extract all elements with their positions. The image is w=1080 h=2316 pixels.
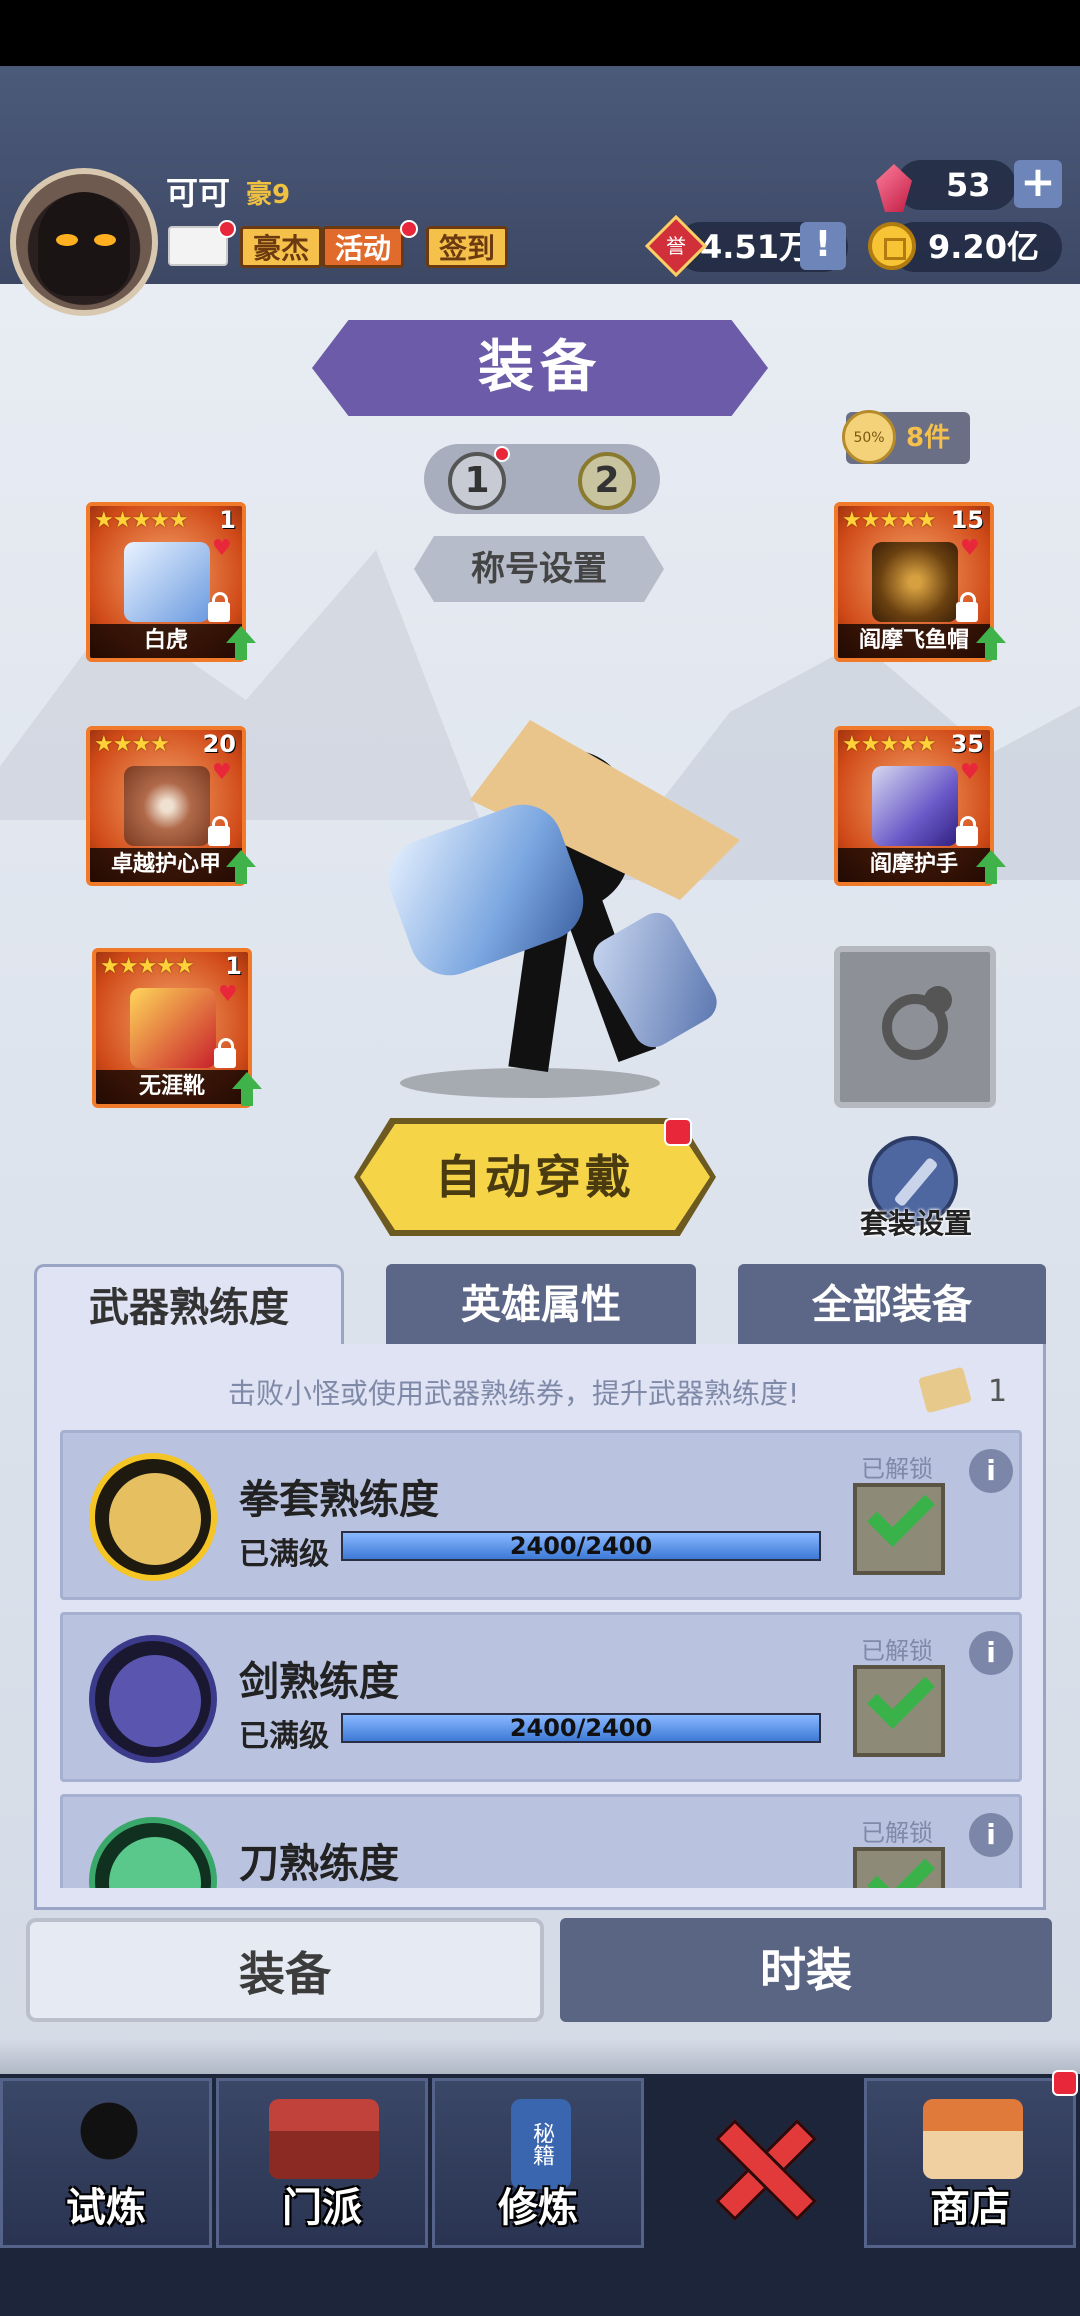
proficiency-list[interactable]: 拳套熟练度 已满级 2400/2400 已解锁 i 剑熟练度 已满级 2400/… <box>60 1430 1022 1888</box>
close-icon[interactable] <box>712 2112 812 2212</box>
player-avatar[interactable] <box>10 168 158 316</box>
shop-icon <box>923 2099 1023 2179</box>
notification-dot <box>400 220 418 238</box>
progress-bar: 2400/2400 <box>341 1531 821 1561</box>
signin-button[interactable]: 签到 <box>426 226 509 268</box>
equipment-name: 卓越护心甲 <box>90 848 242 882</box>
gloves-art <box>872 766 958 846</box>
notification-dot <box>494 446 510 462</box>
heart-icon: ♥ <box>960 536 980 561</box>
heart-icon: ♥ <box>960 760 980 785</box>
boots-art <box>130 988 216 1068</box>
auto-equip-button[interactable]: 自动穿戴 <box>360 1124 710 1230</box>
player-rank: 豪9 <box>246 180 291 210</box>
equipment-name: 阎摩护手 <box>838 848 990 882</box>
notification-dot <box>664 1118 692 1146</box>
honor-info-button[interactable]: ! <box>800 222 846 270</box>
ninja-icon <box>69 2099 149 2179</box>
lock-icon <box>956 592 978 622</box>
fist-icon <box>89 1453 217 1581</box>
system-nav-bar <box>0 2250 1080 2316</box>
proficiency-hint: 击败小怪或使用武器熟练券，提升武器熟练度! <box>228 1377 800 1410</box>
activity-button[interactable]: 活动 <box>322 226 405 268</box>
tab-equipment[interactable]: 装备 <box>26 1918 544 2022</box>
title-setting-button[interactable]: 称号设置 <box>414 536 664 602</box>
notification-dot <box>218 220 236 238</box>
scroll-count: 1 <box>988 1374 1008 1409</box>
status-bar <box>0 0 1080 66</box>
equipment-slot-hat[interactable]: ★★★★★ 15 ♥ 阎摩飞鱼帽 <box>834 502 994 662</box>
hero-tag-button[interactable]: 豪杰 <box>240 226 323 268</box>
info-icon[interactable]: i <box>969 1449 1013 1493</box>
heart-icon: ♥ <box>218 982 238 1007</box>
armor-art <box>124 766 210 846</box>
hat-art <box>872 542 958 622</box>
equipment-slot-armor[interactable]: ★★★★ 20 ♥ 卓越护心甲 <box>86 726 246 886</box>
list-item[interactable]: 刀熟练度 已解锁 i <box>60 1794 1022 1888</box>
player-name: 可可 <box>166 174 231 212</box>
heart-icon: ♥ <box>212 760 232 785</box>
equipment-name: 白虎 <box>90 624 242 658</box>
nav-shop[interactable]: 商店 <box>864 2078 1076 2248</box>
notification-dot <box>1052 2070 1078 2096</box>
nav-trial[interactable]: 试炼 <box>0 2078 212 2248</box>
gem-pill: 53 <box>896 160 1016 210</box>
lock-icon <box>208 592 230 622</box>
equipment-name: 阎摩飞鱼帽 <box>838 624 990 658</box>
lock-icon <box>956 816 978 846</box>
set-bonus-icon: 50% <box>842 410 896 464</box>
coin-count: 9.20亿 <box>928 228 1039 266</box>
equipment-slot-weapon[interactable]: ★★★★★ 1 ♥ 白虎 <box>86 502 246 662</box>
honor-count: 4.51万 <box>700 228 811 266</box>
tab-fashion[interactable]: 时装 <box>560 1918 1052 2022</box>
coin-icon <box>868 222 916 270</box>
weapon-art <box>124 542 210 622</box>
equipment-slot-boots[interactable]: ★★★★★ 1 ♥ 无涯靴 <box>92 948 252 1108</box>
unlocked-check-icon <box>853 1843 945 1888</box>
equipment-slot-gloves[interactable]: ★★★★★ 35 ♥ 阎摩护手 <box>834 726 994 886</box>
set-bonus-count: 8件 <box>906 423 951 453</box>
page-title: 装备 <box>478 335 602 400</box>
page-2-button[interactable]: 2 <box>578 452 636 510</box>
empty-equipment-slot[interactable] <box>834 946 996 1108</box>
lock-icon <box>208 816 230 846</box>
divider <box>0 2040 1080 2074</box>
sword-icon <box>89 1635 217 1763</box>
set-bonus-badge[interactable]: 50% 8件 <box>842 410 970 464</box>
nav-sect[interactable]: 门派 <box>216 2078 428 2248</box>
tab-all-equipment[interactable]: 全部装备 <box>738 1264 1046 1346</box>
list-item[interactable]: 拳套熟练度 已满级 2400/2400 已解锁 i <box>60 1430 1022 1600</box>
suit-setting-label[interactable]: 套装设置 <box>848 1202 984 1242</box>
tab-hero-attributes[interactable]: 英雄属性 <box>386 1264 696 1346</box>
list-item[interactable]: 剑熟练度 已满级 2400/2400 已解锁 i <box>60 1612 1022 1782</box>
unlocked-check-icon <box>853 1661 945 1757</box>
tab-weapon-proficiency[interactable]: 武器熟练度 <box>34 1264 344 1346</box>
heart-icon: ♥ <box>212 536 232 561</box>
hero-shadow <box>400 1068 660 1098</box>
info-icon[interactable]: i <box>969 1631 1013 1675</box>
progress-bar: 2400/2400 <box>341 1713 821 1743</box>
info-icon[interactable]: i <box>969 1813 1013 1857</box>
nav-cultivate[interactable]: 秘籍 修炼 <box>432 2078 644 2248</box>
blade-icon <box>89 1817 217 1888</box>
gem-count: 53 <box>946 166 991 204</box>
temple-icon <box>269 2099 379 2179</box>
lock-icon <box>214 1038 236 1068</box>
add-gems-button[interactable]: + <box>1014 160 1062 208</box>
unlocked-check-icon <box>853 1479 945 1575</box>
equipment-name: 无涯靴 <box>96 1070 248 1104</box>
